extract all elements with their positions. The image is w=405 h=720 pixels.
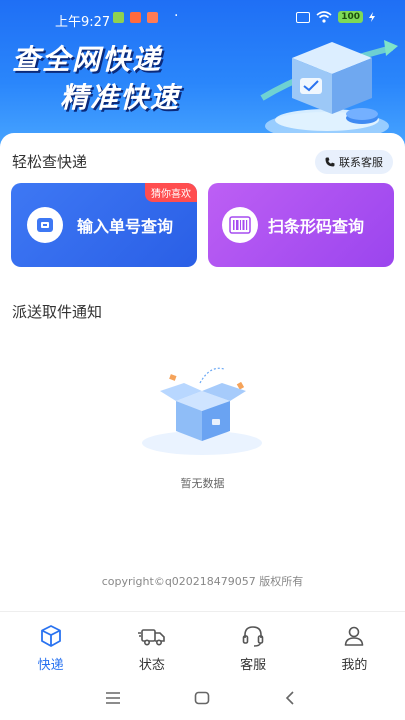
- package-search-icon: [37, 218, 53, 232]
- delivery-notice-title: 派送取件通知: [12, 303, 103, 321]
- phone-icon: [325, 157, 335, 167]
- barcode-icon-badge: [222, 207, 258, 243]
- headset-icon: [242, 626, 264, 647]
- main-content: 轻松查快递 联系客服 输入单号查询 猜你喜欢 扫条形码查询 派送取件通知 暂无数…: [0, 133, 405, 611]
- contact-service-label: 联系客服: [339, 156, 383, 169]
- guess-you-like-badge[interactable]: 猜你喜欢: [145, 183, 197, 202]
- hero-headline: 查全网快递: [12, 43, 163, 76]
- menu-icon[interactable]: [105, 691, 121, 705]
- nav-tab-status-label: 状态: [138, 658, 165, 673]
- package-illustration: [260, 40, 398, 140]
- input-tracking-number-label: 输入单号查询: [77, 217, 174, 236]
- system-navigation-bar: [0, 679, 405, 720]
- back-icon[interactable]: [285, 691, 295, 705]
- wifi-icon: [316, 11, 332, 23]
- barcode-icon: [229, 216, 251, 234]
- truck-icon: [137, 629, 165, 646]
- box-icon: [40, 625, 61, 647]
- status-app-icons: [113, 12, 158, 23]
- home-icon[interactable]: [194, 691, 210, 705]
- app-notification-icon: [113, 12, 124, 23]
- contact-service-button[interactable]: 联系客服: [315, 150, 393, 174]
- nav-tab-service-label: 客服: [240, 658, 267, 673]
- status-right-group: 100: [296, 11, 375, 23]
- nav-tab-service[interactable]: 客服: [203, 612, 304, 679]
- bottom-navigation: 快递 状态 客服 我的: [0, 611, 405, 679]
- scan-barcode-label: 扫条形码查询: [268, 217, 365, 236]
- status-time: 上午9:27: [55, 15, 111, 30]
- app-notification-icon: [147, 12, 158, 23]
- nav-tab-mine-label: 我的: [341, 658, 368, 673]
- user-icon: [345, 626, 364, 646]
- nav-tab-express-label: 快递: [37, 658, 64, 673]
- hero-subheadline: 精准快速: [60, 81, 181, 114]
- hero-banner: 上午9:27 · 100 查全网快递 精准快速: [0, 0, 405, 150]
- quick-query-title: 轻松查快递: [12, 153, 88, 171]
- sim-icon: [296, 11, 311, 23]
- charging-icon: [369, 12, 375, 22]
- empty-box-illustration: [142, 367, 262, 455]
- app-notification-icon: [130, 12, 141, 23]
- nav-tab-express[interactable]: 快递: [0, 612, 101, 679]
- nav-tab-status[interactable]: 状态: [101, 612, 202, 679]
- input-tracking-number-tile[interactable]: 输入单号查询 猜你喜欢: [11, 183, 197, 267]
- status-dot-icon: ·: [174, 8, 179, 24]
- nav-tab-mine[interactable]: 我的: [304, 612, 405, 679]
- scan-barcode-tile[interactable]: 扫条形码查询: [208, 183, 394, 267]
- search-icon-badge: [27, 207, 63, 243]
- copyright-text: copyright©q020218479057 版权所有: [101, 575, 304, 588]
- battery-icon: 100: [338, 11, 363, 23]
- empty-state-text: 暂无数据: [180, 477, 225, 490]
